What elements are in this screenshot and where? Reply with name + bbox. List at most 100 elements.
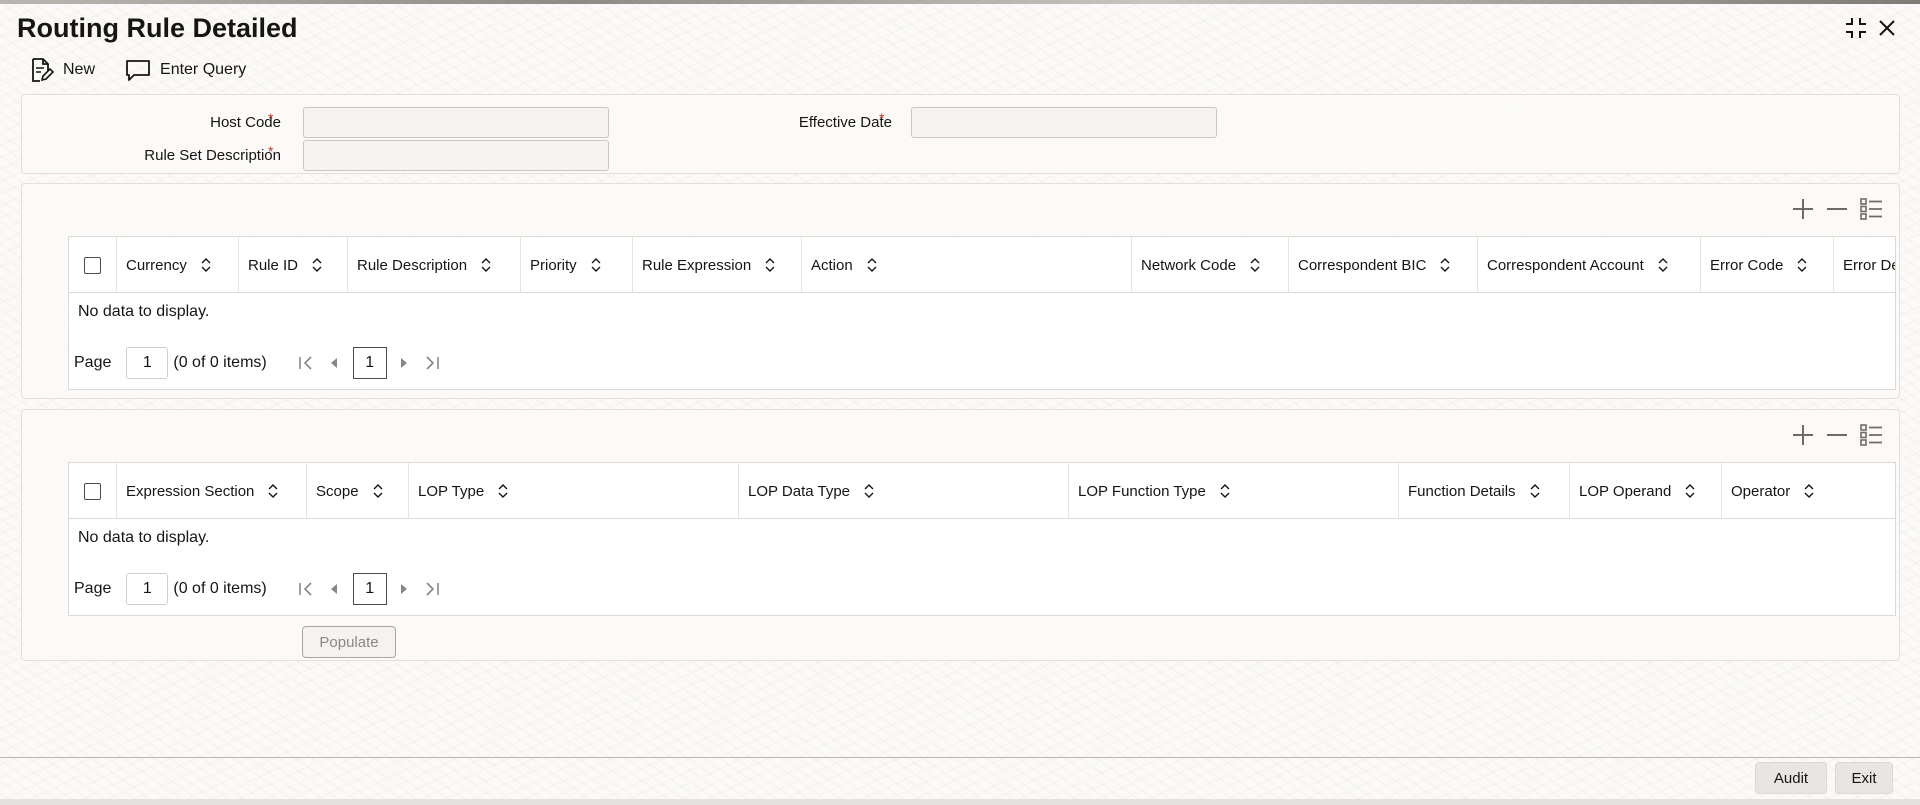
sort-icon bbox=[268, 484, 278, 498]
exit-button[interactable]: Exit bbox=[1835, 762, 1893, 794]
single-view-list-icon[interactable] bbox=[1858, 422, 1884, 448]
column-rule-expression[interactable]: Rule Expression bbox=[633, 237, 802, 293]
host-code-input[interactable] bbox=[303, 107, 609, 138]
column-function-details[interactable]: Function Details bbox=[1399, 463, 1570, 519]
sort-icon bbox=[1530, 484, 1540, 498]
grid2-select-all-checkbox[interactable] bbox=[84, 482, 101, 500]
enter-query-button[interactable]: Enter Query bbox=[125, 57, 246, 83]
grid2-page-label: Page bbox=[74, 580, 112, 597]
column-priority[interactable]: Priority bbox=[521, 237, 633, 293]
column-rule-id[interactable]: Rule ID bbox=[239, 237, 348, 293]
grid2-empty-message: No data to display. bbox=[78, 529, 210, 546]
column-rule-description[interactable]: Rule Description bbox=[348, 237, 521, 293]
sort-icon bbox=[1797, 258, 1807, 272]
grid1-current-page[interactable]: 1 bbox=[352, 347, 387, 379]
host-code-required-marker: * bbox=[268, 110, 274, 126]
previous-page-icon[interactable] bbox=[325, 354, 343, 372]
delete-row-icon[interactable] bbox=[1824, 196, 1850, 222]
close-icon[interactable] bbox=[1874, 15, 1900, 41]
previous-page-icon[interactable] bbox=[325, 580, 343, 598]
toolbar: New Enter Query bbox=[28, 56, 246, 84]
column-lop-data-type-label: LOP Data Type bbox=[748, 482, 851, 500]
enter-query-label: Enter Query bbox=[160, 61, 247, 78]
add-row-icon[interactable] bbox=[1790, 422, 1816, 448]
sort-icon bbox=[867, 258, 877, 272]
sort-icon bbox=[591, 258, 601, 272]
grid2-select-all-column bbox=[69, 463, 117, 519]
maximize-icon[interactable] bbox=[1843, 15, 1869, 41]
column-scope-label: Scope bbox=[316, 482, 359, 500]
new-button[interactable]: New bbox=[28, 57, 95, 83]
column-rule-expression-label: Rule Expression bbox=[642, 256, 752, 274]
column-function-details-label: Function Details bbox=[1408, 482, 1516, 500]
column-action[interactable]: Action bbox=[802, 237, 1132, 293]
audit-button[interactable]: Audit bbox=[1755, 762, 1827, 794]
sort-icon bbox=[1250, 258, 1260, 272]
column-priority-label: Priority bbox=[530, 256, 577, 274]
column-rule-id-label: Rule ID bbox=[248, 256, 299, 274]
next-page-icon[interactable] bbox=[395, 354, 413, 372]
effective-date-input[interactable] bbox=[911, 107, 1217, 138]
populate-button[interactable]: Populate bbox=[302, 626, 396, 658]
column-expression-section[interactable]: Expression Section bbox=[117, 463, 307, 519]
sort-icon bbox=[1440, 258, 1450, 272]
column-network-code[interactable]: Network Code bbox=[1132, 237, 1289, 293]
expression-grid-panel: Expression Section Scope LOP Type LOP Da… bbox=[21, 409, 1900, 661]
column-scope[interactable]: Scope bbox=[307, 463, 409, 519]
last-page-icon[interactable] bbox=[423, 354, 441, 372]
column-lop-function-type[interactable]: LOP Function Type bbox=[1069, 463, 1399, 519]
grid2-current-page[interactable]: 1 bbox=[352, 573, 387, 605]
sort-icon bbox=[1220, 484, 1230, 498]
column-error-code-label: Error Code bbox=[1710, 256, 1784, 274]
grid1-empty-message: No data to display. bbox=[78, 303, 210, 320]
new-document-icon bbox=[28, 57, 55, 83]
grid2-pagination: Page 1 (0 of 0 items) 1 bbox=[74, 573, 441, 605]
page-title: Routing Rule Detailed bbox=[17, 13, 298, 43]
sort-icon bbox=[312, 258, 322, 272]
sort-icon bbox=[1804, 484, 1814, 498]
first-page-icon[interactable] bbox=[297, 580, 315, 598]
grid1-items-count: (0 of 0 items) bbox=[173, 354, 267, 371]
column-currency[interactable]: Currency bbox=[117, 237, 239, 293]
grid2-page-input[interactable]: 1 bbox=[126, 573, 169, 605]
routing-rules-grid-panel: Currency Rule ID Rule Description Priori… bbox=[21, 183, 1900, 399]
rule-set-description-required-marker: * bbox=[268, 143, 274, 159]
column-error-code[interactable]: Error Code bbox=[1701, 237, 1834, 293]
next-page-icon[interactable] bbox=[395, 580, 413, 598]
sort-icon bbox=[481, 258, 491, 272]
sort-icon bbox=[864, 484, 874, 498]
column-lop-operand[interactable]: LOP Operand bbox=[1570, 463, 1722, 519]
column-lop-data-type[interactable]: LOP Data Type bbox=[739, 463, 1069, 519]
rule-set-description-input[interactable] bbox=[303, 140, 609, 171]
add-row-icon[interactable] bbox=[1790, 196, 1816, 222]
grid1-page-input[interactable]: 1 bbox=[126, 347, 169, 379]
sort-icon bbox=[1658, 258, 1668, 272]
column-correspondent-account[interactable]: Correspondent Account bbox=[1478, 237, 1701, 293]
sort-icon bbox=[765, 258, 775, 272]
footer-bottom-bar bbox=[0, 799, 1920, 805]
grid1-page-label: Page bbox=[74, 354, 112, 371]
query-comment-icon bbox=[125, 57, 151, 83]
column-correspondent-bic[interactable]: Correspondent BIC bbox=[1289, 237, 1478, 293]
sort-icon bbox=[201, 258, 211, 272]
grid1-select-all-column bbox=[69, 237, 117, 293]
delete-row-icon[interactable] bbox=[1824, 422, 1850, 448]
column-operator-label: Operator bbox=[1731, 482, 1791, 500]
column-expression-section-label: Expression Section bbox=[126, 482, 255, 500]
column-lop-type[interactable]: LOP Type bbox=[409, 463, 739, 519]
grid1-header-row: Currency Rule ID Rule Description Priori… bbox=[69, 237, 1895, 293]
last-page-icon[interactable] bbox=[423, 580, 441, 598]
column-currency-label: Currency bbox=[126, 256, 187, 274]
sort-icon bbox=[1685, 484, 1695, 498]
single-view-list-icon[interactable] bbox=[1858, 196, 1884, 222]
grid2-header-row: Expression Section Scope LOP Type LOP Da… bbox=[69, 463, 1895, 519]
first-page-icon[interactable] bbox=[297, 354, 315, 372]
column-operator[interactable]: Operator bbox=[1722, 463, 1895, 519]
column-action-label: Action bbox=[811, 256, 853, 274]
column-correspondent-bic-label: Correspondent BIC bbox=[1298, 256, 1427, 274]
grid1-select-all-checkbox[interactable] bbox=[84, 256, 101, 274]
grid2-toolbar bbox=[1782, 422, 1884, 448]
sort-icon bbox=[498, 484, 508, 498]
column-error-description[interactable]: Error De bbox=[1834, 237, 1895, 293]
column-network-code-label: Network Code bbox=[1141, 256, 1237, 274]
